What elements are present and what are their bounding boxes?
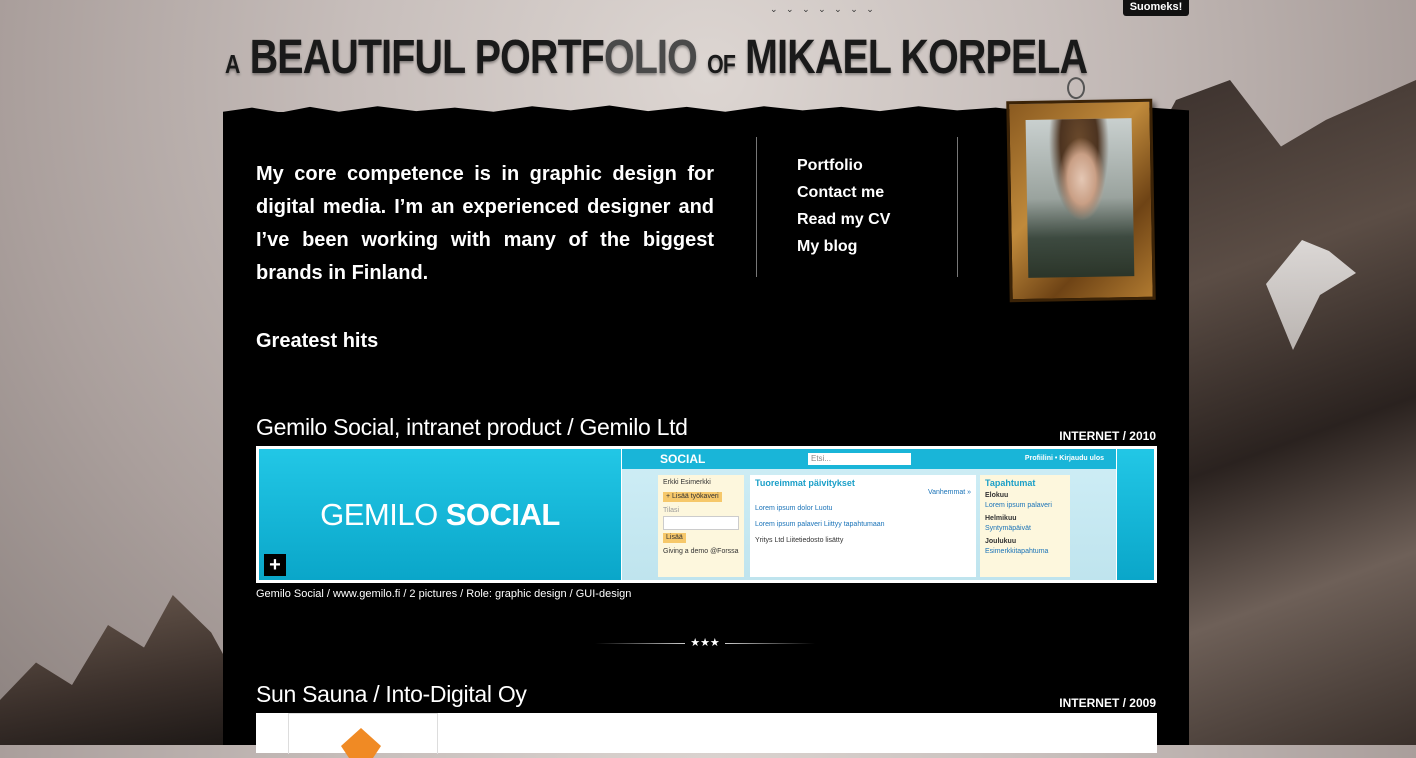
app-user-name: Erkki Esimerkki (663, 479, 711, 486)
app-update-2: Lorem ipsum palaveri Liittyy tapahtumaan (755, 521, 885, 528)
project-caption: Gemilo Social / www.gemilo.fi / 2 pictur… (256, 588, 632, 600)
title-word-beautiful-portfolio: BEAUTIFUL PORTF (249, 31, 605, 84)
main-nav: Portfolio Contact me Read my CV My blog (797, 152, 890, 260)
project-preview-image[interactable] (256, 713, 1157, 754)
app-add-button: Lisää (663, 533, 686, 543)
nav-item-portfolio[interactable]: Portfolio (797, 152, 890, 179)
app-updates-column: Tuoreimmat päivitykset Vanhemmat » Lorem… (750, 475, 976, 577)
app-events-title: Tapahtumat (985, 478, 1036, 488)
project-title[interactable]: Gemilo Social, intranet product / Gemilo… (256, 414, 688, 441)
app-month-1: Elokuu (985, 492, 1009, 499)
project-meta: INTERNET / 2010 (1059, 429, 1156, 443)
nav-item-cv[interactable]: Read my CV (797, 206, 890, 233)
app-event-2: Syntymäpäivät (985, 525, 1031, 532)
title-name: MIKAEL KORPELA (745, 31, 1088, 84)
app-event-3: Esimerkkitapahtuma (985, 548, 1049, 555)
section-separator: ★★★ (595, 636, 815, 650)
app-profile-column: Erkki Esimerkki + Lisää työkaveri Tilasi… (658, 475, 744, 577)
app-status-label: Tilasi (663, 507, 680, 514)
app-giving: Giving a demo @Forssa (663, 548, 739, 555)
sun-sauna-logo-icon (288, 713, 438, 754)
app-updates-title: Tuoreimmat päivitykset (755, 478, 855, 488)
title-fade-part: OLIO (604, 31, 698, 84)
title-article: A (225, 49, 240, 79)
app-links: Profiilini • Kirjaudu ulos (1024, 455, 1104, 462)
project-title[interactable]: Sun Sauna / Into-Digital Oy (256, 681, 527, 708)
app-events-column: Tapahtumat Elokuu Lorem ipsum palaveri H… (980, 475, 1070, 577)
project-preview-image[interactable]: GEMILO SOCIAL SOCIAL Etsi... Profiilini •… (256, 446, 1157, 583)
main-panel: My core competence is in graphic design … (223, 76, 1189, 754)
intro-text: My core competence is in graphic design … (256, 163, 714, 284)
nav-divider-right (957, 137, 958, 277)
title-of: OF (707, 49, 736, 79)
nav-divider-left (756, 137, 757, 277)
gemilo-logo-text: GEMILO (320, 496, 438, 532)
gemilo-logo-area: GEMILO SOCIAL (259, 449, 621, 580)
app-older-link: Vanhemmat » (927, 489, 971, 496)
social-logo-text: SOCIAL (445, 496, 561, 532)
birds-decoration: ⌄ ⌄ ⌄ ⌄ ⌄ ⌄ ⌄ (770, 4, 877, 14)
app-add-friend: + Lisää työkaveri (663, 492, 722, 502)
app-month-2: Helmikuu (985, 515, 1017, 522)
greatest-hits-heading: Greatest hits (256, 330, 379, 352)
nav-item-contact[interactable]: Contact me (797, 179, 890, 206)
app-status-input (663, 516, 739, 530)
app-update-1: Lorem ipsum dolor Luotu (755, 505, 833, 512)
frame-hook-icon (1066, 76, 1086, 100)
expand-plus-icon[interactable]: + (264, 554, 286, 576)
app-update-3: Yritys Ltd Liitetiedosto lisätty (755, 537, 844, 544)
portrait-photo (1025, 118, 1135, 278)
preview-edge (1117, 449, 1154, 580)
portrait-frame (1006, 76, 1156, 303)
project-meta: INTERNET / 2009 (1059, 696, 1156, 710)
app-search: Etsi... (808, 453, 911, 465)
site-title: A BEAUTIFUL PORTFOLIO OF MIKAEL KORPELA (225, 30, 1088, 85)
nav-item-blog[interactable]: My blog (797, 233, 890, 260)
app-screenshot: SOCIAL Etsi... Profiilini • Kirjaudu ulo… (622, 449, 1116, 580)
background-mountain-left (0, 595, 240, 745)
app-month-3: Joulukuu (985, 538, 1017, 545)
language-switch-button[interactable]: Suomeks! (1123, 0, 1189, 16)
app-event-1: Lorem ipsum palaveri (985, 502, 1052, 509)
